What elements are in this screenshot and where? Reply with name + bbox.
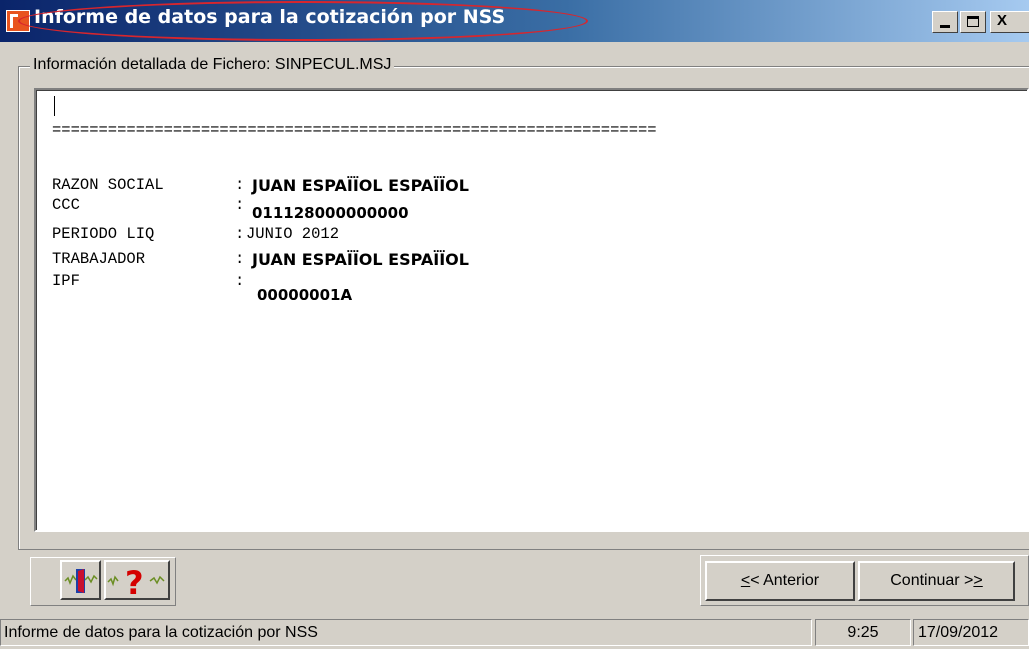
field-value-periodo-liq: JUNIO 2012 [246, 225, 340, 243]
report-textarea[interactable] [34, 88, 1029, 532]
field-label-razon-social: RAZON SOCIAL [52, 176, 164, 194]
anterior-prefix: < [750, 572, 760, 589]
exit-button[interactable] [60, 560, 101, 600]
field-label-ipf: IPF [52, 272, 80, 290]
text-caret [54, 96, 55, 116]
title-highlight-ellipse [18, 1, 588, 41]
field-sep-trabajador: : [235, 250, 245, 268]
field-label-periodo-liq: PERIODO LIQ [52, 225, 155, 243]
minimize-button[interactable] [932, 11, 958, 33]
anterior-button[interactable]: << Anterior [705, 561, 855, 601]
field-sep-razon-social: : [235, 176, 245, 194]
anterior-label: Anterior [759, 572, 820, 589]
maximize-button[interactable] [960, 11, 986, 33]
continuar-label: Continuar > [890, 572, 974, 589]
report-separator: ========================================… [52, 121, 657, 139]
status-message: Informe de datos para la cotización por … [0, 619, 812, 646]
status-time: 9:25 [815, 619, 911, 646]
field-value-trabajador: JUAN ESPAÏÏOL ESPAÏÏOL [252, 250, 469, 269]
field-sep-ccc: : [235, 196, 245, 214]
continuar-button[interactable]: Continuar >> [858, 561, 1015, 601]
field-sep-ipf: : [235, 272, 245, 290]
title-bar[interactable]: Informe de datos para la cotización por … [0, 0, 1029, 42]
close-button[interactable]: X [990, 11, 1029, 33]
continuar-hotkey: > [973, 572, 983, 589]
exit-door-icon [64, 569, 98, 593]
anterior-hotkey: < [740, 572, 751, 589]
help-question-icon: ? [107, 564, 165, 602]
file-details-group-label: Información detallada de Fichero: SINPEC… [30, 56, 395, 74]
field-label-trabajador: TRABAJADOR [52, 250, 146, 268]
help-button[interactable]: ? [104, 560, 170, 602]
field-value-ipf: 00000001A [257, 286, 353, 304]
svg-text:?: ? [125, 564, 144, 598]
field-sep-periodo-liq: : [235, 225, 245, 243]
field-value-razon-social: JUAN ESPAÏÏOL ESPAÏÏOL [252, 176, 469, 195]
field-value-ccc: 011128000000000 [252, 204, 409, 222]
field-label-ccc: CCC [52, 196, 80, 214]
status-date: 17/09/2012 [913, 619, 1029, 646]
